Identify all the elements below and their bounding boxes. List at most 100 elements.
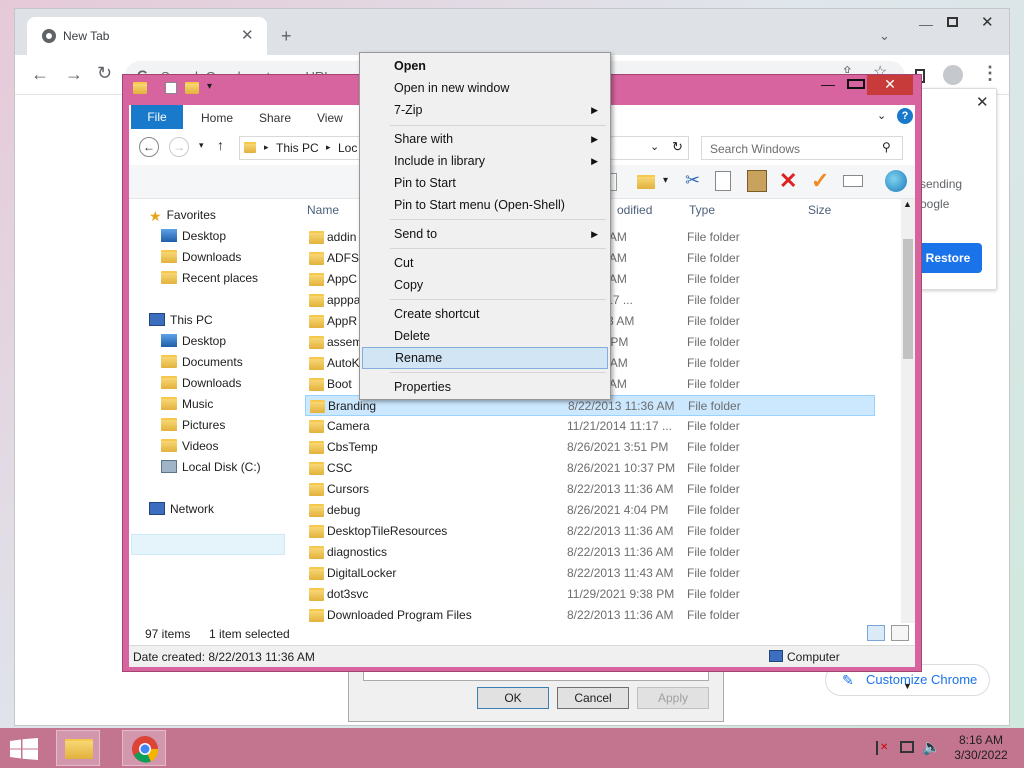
ribbon-tab-home[interactable]: Home [201,111,233,125]
back-arrow-icon[interactable]: ← [139,137,159,157]
toolbar-dropdown-icon[interactable]: ▾ [663,175,668,186]
recent-locations-icon[interactable]: ▾ [199,140,204,151]
properties-icon[interactable] [843,175,863,187]
toolbar-folder-options-icon[interactable] [637,175,655,189]
file-row[interactable]: Camera 11/21/2014 11:17 ... File folder [305,416,875,437]
refresh-icon[interactable]: ↻ [672,139,683,155]
restore-card-close-icon[interactable]: ✕ [976,93,989,111]
apply-button[interactable]: Apply [637,687,709,709]
ribbon-tab-view[interactable]: View [317,111,343,125]
up-arrow-icon[interactable]: ↑ [217,137,224,153]
file-row[interactable]: CbsTemp 8/26/2021 3:51 PM File folder [305,437,875,458]
globe-icon[interactable] [885,170,907,192]
taskbar-clock[interactable]: 8:16 AM 3/30/2022 [946,733,1016,763]
help-icon[interactable]: ? [897,108,913,124]
breadcrumb-this-pc[interactable]: This PC [276,141,319,155]
column-header-type[interactable]: Type [689,203,715,217]
address-history-chevron-icon[interactable]: ⌄ [650,140,659,153]
minimize-icon[interactable]: — [919,17,933,31]
file-row[interactable]: diagnostics 8/22/2013 11:36 AM File folder [305,542,875,563]
tab-search-chevron-icon[interactable]: ⌄ [879,29,890,42]
restore-button[interactable]: Restore [914,243,982,273]
nav-pc-pictures[interactable]: Pictures [161,415,225,436]
menu-item-delete[interactable]: Delete [362,325,608,347]
nav-fav-downloads[interactable]: Downloads [161,247,241,268]
menu-item-create-shortcut[interactable]: Create shortcut [362,303,608,325]
profile-avatar[interactable] [943,65,963,85]
nav-this-pc[interactable]: This PC [149,310,213,331]
checkmark-icon[interactable]: ✓ [811,168,829,194]
menu-item-copy[interactable]: Copy [362,274,608,296]
menu-item-open[interactable]: Open [362,55,608,77]
qat-dropdown-icon[interactable]: ▾ [207,81,212,92]
reload-icon[interactable]: ↻ [97,64,112,82]
windows-start-icon[interactable] [10,738,38,760]
properties-qat-icon[interactable] [165,82,177,94]
copy-icon[interactable] [715,171,731,191]
menu-item-properties[interactable]: Properties [362,376,608,398]
large-icons-view-icon[interactable] [891,625,909,641]
forward-icon[interactable]: → [65,65,83,83]
new-folder-qat-icon[interactable] [185,82,199,94]
taskbar-chrome[interactable] [122,730,166,766]
menu-item-pin-to-start-menu[interactable]: Pin to Start menu (Open-Shell) [362,194,608,216]
explorer-minimize-icon[interactable]: — [817,75,839,95]
scroll-up-icon[interactable]: ▲ [903,199,912,209]
ok-button[interactable]: OK [477,687,549,709]
file-row[interactable]: DesktopTileResources 8/22/2013 11:36 AM Fi… [305,521,875,542]
nav-pc-local-disk[interactable]: Local Disk (C:) [161,457,261,478]
menu-item-cut[interactable]: Cut [362,252,608,274]
nav-pc-desktop[interactable]: Desktop [161,331,226,352]
breadcrumb-local-disk[interactable]: Loc [338,141,357,155]
explorer-close-icon[interactable]: ✕ [867,75,913,95]
network-tray-icon[interactable] [900,741,914,753]
ribbon-expand-chevron-icon[interactable]: ⌄ [877,109,886,122]
chrome-menu-icon[interactable]: ⋮ [981,64,999,82]
menu-item-send-to[interactable]: Send to ▶ [362,223,608,245]
chrome-tab-new-tab[interactable]: New Tab ✕ [27,17,267,55]
menu-item-share-with[interactable]: Share with ▶ [362,128,608,150]
vertical-scrollbar[interactable]: ▲ ▼ [901,199,915,691]
nav-fav-recent-places[interactable]: Recent places [161,268,258,289]
menu-item-include-in-library[interactable]: Include in library ▶ [362,150,608,172]
column-header-name[interactable]: Name [307,203,339,217]
file-row[interactable]: debug 8/26/2021 4:04 PM File folder [305,500,875,521]
volume-muted-icon[interactable]: 🔈 [922,738,941,756]
tab-close-icon[interactable]: ✕ [241,26,254,44]
taskbar-file-explorer[interactable] [56,730,100,766]
maximize-icon[interactable] [947,17,958,27]
nav-pc-documents[interactable]: Documents [161,352,243,373]
delete-icon[interactable]: ✕ [779,168,797,194]
ribbon-tab-file[interactable]: File [131,105,183,129]
file-row[interactable]: dot3svc 11/29/2021 9:38 PM File folder [305,584,875,605]
menu-item-rename[interactable]: Rename [362,347,608,369]
nav-pc-videos[interactable]: Videos [161,436,218,457]
search-box[interactable]: Search Windows ⚲ [701,136,903,160]
nav-pc-downloads[interactable]: Downloads [161,373,241,394]
nav-favorites[interactable]: ★ Favorites [149,205,216,226]
column-header-date-modified[interactable]: odified [617,203,652,217]
menu-item-pin-to-start[interactable]: Pin to Start [362,172,608,194]
scroll-down-icon[interactable]: ▼ [903,681,912,691]
action-center-flag-icon[interactable]: ✕ [876,741,888,755]
cut-icon[interactable]: ✂ [685,170,700,191]
details-view-icon[interactable] [867,625,885,641]
file-row[interactable]: DigitalLocker 8/22/2013 11:43 AM File fold… [305,563,875,584]
close-window-icon[interactable]: ✕ [981,15,994,30]
explorer-maximize-icon[interactable] [847,79,865,89]
back-icon[interactable]: ← [31,65,49,83]
nav-pc-music[interactable]: Music [161,394,213,415]
ribbon-tab-share[interactable]: Share [259,111,291,125]
forward-arrow-icon[interactable]: → [169,137,189,157]
scrollbar-thumb[interactable] [903,239,913,359]
menu-item-open-new-window[interactable]: Open in new window [362,77,608,99]
new-tab-button[interactable]: + [281,27,292,45]
file-row[interactable]: Cursors 8/22/2013 11:36 AM File folder [305,479,875,500]
paste-icon[interactable] [747,170,767,192]
menu-item-7zip[interactable]: 7-Zip ▶ [362,99,608,121]
nav-network[interactable]: Network [149,499,214,520]
file-row[interactable]: CSC 8/26/2021 10:37 PM File folder [305,458,875,479]
column-header-size[interactable]: Size [808,203,831,217]
nav-fav-desktop[interactable]: Desktop [161,226,226,247]
cancel-button[interactable]: Cancel [557,687,629,709]
